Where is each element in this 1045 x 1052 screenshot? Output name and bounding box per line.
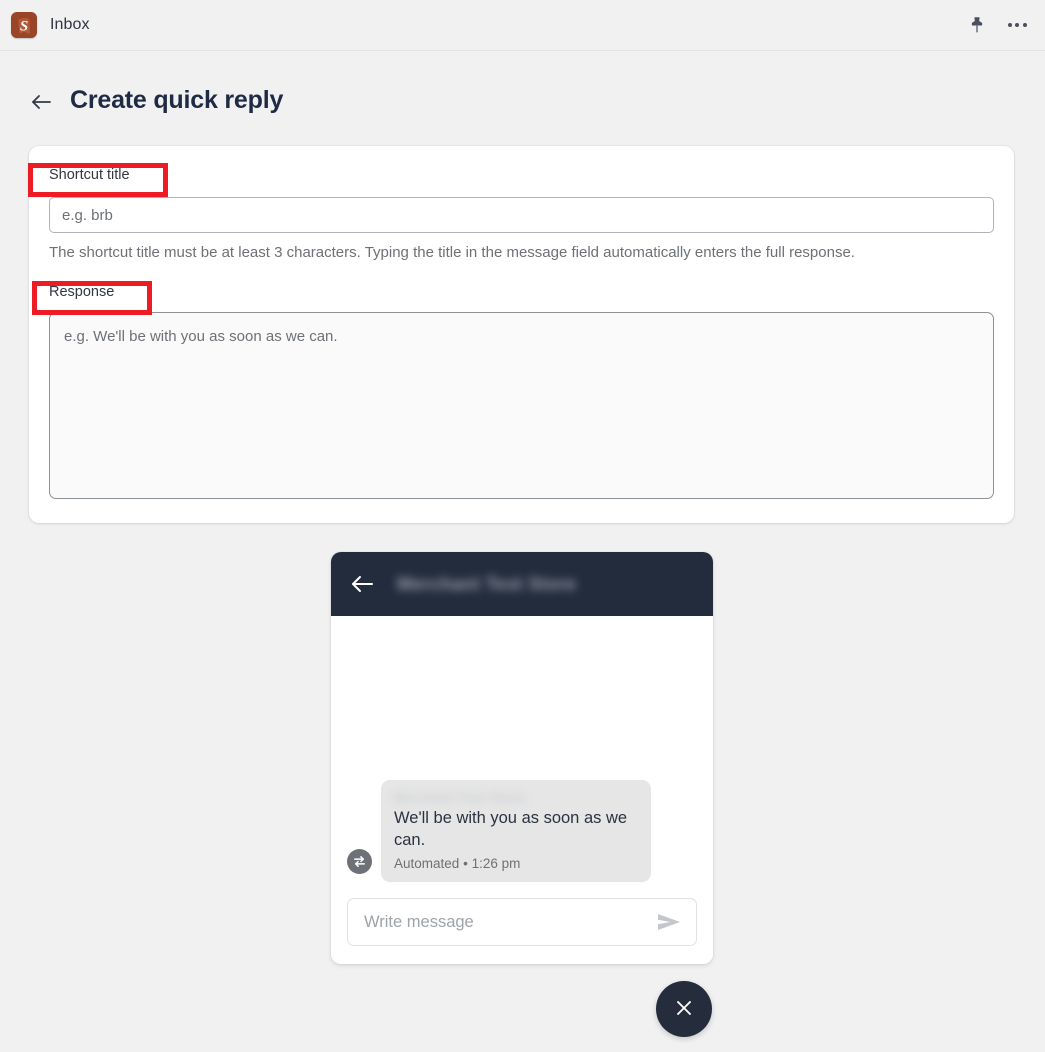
top-bar-actions xyxy=(966,14,1028,36)
chat-store-name: Merchant Test Store xyxy=(397,573,577,594)
close-button[interactable] xyxy=(656,981,712,1037)
chat-message-row: Merchant Test Store We'll be with you as… xyxy=(347,780,697,882)
chat-preview-panel: Merchant Test Store Merchant Test Store … xyxy=(331,552,713,964)
chat-back-arrow-icon[interactable] xyxy=(349,571,375,597)
chat-bubble-separator: • xyxy=(463,856,468,871)
swap-arrows-icon xyxy=(347,849,372,874)
shopify-logo-icon: S xyxy=(11,12,37,38)
chat-bubble-meta: Automated • 1:26 pm xyxy=(394,856,638,871)
more-dots xyxy=(1007,23,1027,27)
page-header: Create quick reply xyxy=(0,51,1045,115)
shortcut-title-input[interactable] xyxy=(49,197,994,233)
chat-bubble-sender: Merchant Test Store xyxy=(394,790,526,806)
chat-preview-header: Merchant Test Store xyxy=(331,552,713,616)
pushpin-icon[interactable] xyxy=(966,14,988,36)
shortcut-title-helper-text: The shortcut title must be at least 3 ch… xyxy=(49,244,855,261)
close-icon xyxy=(674,998,694,1021)
chat-bubble: Merchant Test Store We'll be with you as… xyxy=(381,780,651,882)
chat-composer-box[interactable] xyxy=(347,898,697,946)
chat-bubble-text: We'll be with you as soon as we can. xyxy=(394,809,628,850)
app-title: Inbox xyxy=(50,16,90,33)
chat-bubble-status: Automated xyxy=(394,856,460,871)
quick-reply-form-card: Shortcut title The shortcut title must b… xyxy=(29,146,1014,523)
svg-text:S: S xyxy=(20,18,28,34)
app-top-bar: S Inbox xyxy=(0,0,1045,51)
write-message-input[interactable] xyxy=(362,911,656,933)
response-label: Response xyxy=(49,284,115,301)
chat-composer xyxy=(331,898,713,964)
response-textarea[interactable] xyxy=(49,311,994,499)
chat-bubble-time: 1:26 pm xyxy=(471,856,521,871)
back-arrow-icon[interactable] xyxy=(30,91,52,113)
chat-message-area: Merchant Test Store We'll be with you as… xyxy=(331,616,713,898)
page-title: Create quick reply xyxy=(70,86,284,114)
more-horizontal-icon[interactable] xyxy=(1006,14,1028,36)
shortcut-title-label: Shortcut title xyxy=(49,167,130,183)
send-icon[interactable] xyxy=(656,911,682,933)
